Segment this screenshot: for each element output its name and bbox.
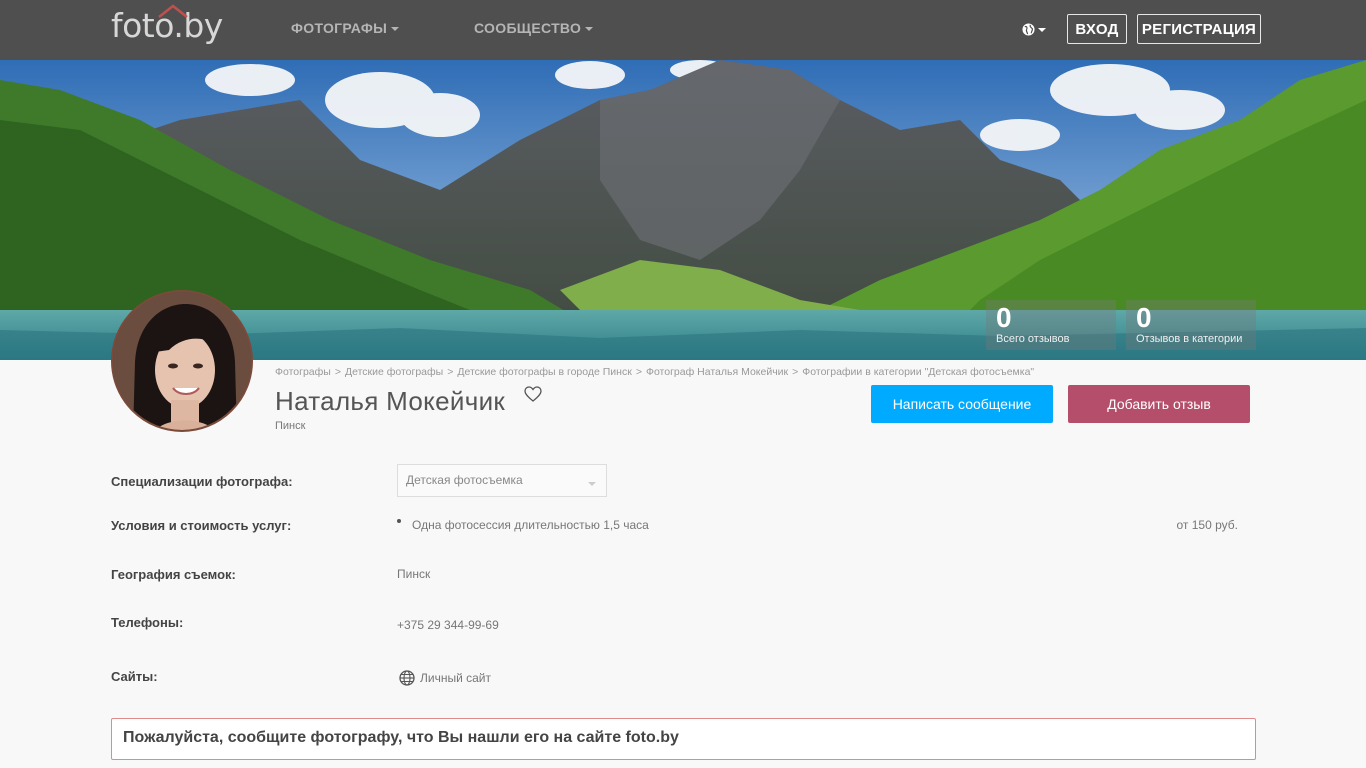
site-logo[interactable]: foto.by: [111, 4, 223, 46]
notice-banner: Пожалуйста, сообщите фотографу, что Вы н…: [111, 718, 1256, 760]
breadcrumb-separator: >: [447, 366, 454, 378]
geography-label: География съемок:: [111, 567, 236, 582]
category-reviews-stat: 0 Отзывов в категории: [1126, 300, 1256, 350]
avatar-portrait-image: [113, 292, 251, 430]
list-bullet: [397, 519, 401, 523]
globe-icon: [399, 670, 415, 686]
nav-photographers[interactable]: ФОТОГРАФЫ: [291, 20, 400, 36]
chevron-down-icon: [585, 27, 594, 32]
specialization-select[interactable]: Детская фотосъемка: [397, 464, 607, 497]
add-review-button[interactable]: Добавить отзыв: [1068, 385, 1250, 423]
chevron-down-icon: [391, 27, 400, 32]
total-reviews-label: Всего отзывов: [996, 333, 1070, 345]
globe-icon: [1022, 23, 1035, 36]
write-message-button[interactable]: Написать сообщение: [871, 385, 1053, 423]
breadcrumb-item[interactable]: Фотографы: [275, 366, 331, 378]
heart-icon[interactable]: [524, 386, 542, 402]
breadcrumb-item[interactable]: Детские фотографы: [345, 366, 443, 378]
top-navbar: foto.by ФОТОГРАФЫ СООБЩЕСТВО ВХОД РЕГИСТ…: [0, 0, 1366, 60]
register-button-label: РЕГИСТРАЦИЯ: [1141, 20, 1257, 38]
specialization-selected-value: Детская фотосъемка: [406, 473, 523, 487]
avatar: [111, 290, 253, 432]
specializations-label: Специализации фотографа:: [111, 474, 293, 489]
personal-site-label: Личный сайт: [420, 671, 491, 685]
breadcrumb-item[interactable]: Детские фотографы в городе Пинск: [457, 366, 631, 378]
breadcrumb: Фотографы > Детские фотографы > Детские фото…: [275, 366, 1034, 378]
service-price: от 150 руб.: [1176, 518, 1238, 532]
phones-label: Телефоны:: [111, 615, 184, 630]
photographer-city: Пинск: [275, 420, 306, 432]
geography-value: Пинск: [397, 567, 431, 581]
total-reviews-count: 0: [996, 302, 1012, 333]
services-label: Условия и стоимость услуг:: [111, 518, 292, 533]
photographer-name: Наталья Мокейчик: [275, 386, 506, 416]
sites-label: Сайты:: [111, 669, 158, 684]
add-review-label: Добавить отзыв: [1107, 396, 1211, 412]
notice-text: Пожалуйста, сообщите фотографу, что Вы н…: [123, 729, 679, 746]
breadcrumb-separator: >: [635, 366, 642, 378]
breadcrumb-item[interactable]: Фотографии в категории "Детская фотосъем…: [802, 366, 1034, 378]
register-button[interactable]: РЕГИСТРАЦИЯ: [1137, 14, 1261, 44]
nav-community[interactable]: СООБЩЕСТВО: [474, 20, 594, 36]
chevron-down-icon: [588, 482, 596, 486]
service-item: Одна фотосессия длительностью 1,5 часа: [412, 518, 649, 532]
phone-value[interactable]: +375 29 344-99-69: [397, 618, 499, 632]
total-reviews-stat: 0 Всего отзывов: [986, 300, 1116, 350]
logo-roof-icon: [158, 4, 188, 18]
category-reviews-count: 0: [1136, 302, 1152, 333]
login-button-label: ВХОД: [1075, 20, 1119, 38]
category-reviews-label: Отзывов в категории: [1136, 333, 1243, 345]
write-message-label: Написать сообщение: [892, 396, 1032, 412]
chevron-down-icon: [1038, 28, 1046, 32]
personal-site-link[interactable]: Личный сайт: [399, 670, 491, 686]
nav-photographers-label: ФОТОГРАФЫ: [291, 20, 388, 36]
login-button[interactable]: ВХОД: [1067, 14, 1127, 44]
nav-community-label: СООБЩЕСТВО: [474, 20, 582, 36]
breadcrumb-item[interactable]: Фотограф Наталья Мокейчик: [646, 366, 788, 378]
language-selector[interactable]: [1022, 21, 1048, 39]
breadcrumb-separator: >: [792, 366, 799, 378]
breadcrumb-separator: >: [334, 366, 341, 378]
